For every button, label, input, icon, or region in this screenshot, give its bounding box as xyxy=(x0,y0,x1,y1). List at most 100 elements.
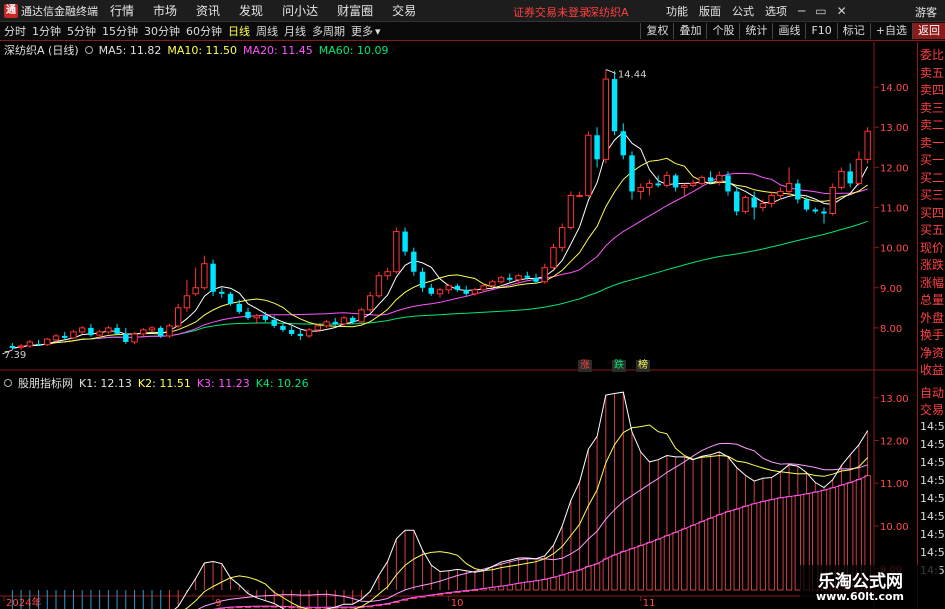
candle-body xyxy=(716,174,723,182)
indicator-bar-body xyxy=(689,524,697,591)
indicator-bar-body xyxy=(620,551,627,591)
candle-body xyxy=(166,325,173,337)
ma60-line xyxy=(12,220,868,349)
indicator-bar-body xyxy=(541,579,548,591)
candle-body xyxy=(219,291,225,294)
high-marker-label: 14.44 xyxy=(618,69,647,80)
indicator-tick-label: 11.00 xyxy=(880,479,909,490)
candle-body xyxy=(131,333,138,343)
chart-canvas[interactable]: 14.00 13.00 12.00 11.00 10.00 9.00 8.00 13.00 12… xyxy=(0,0,945,609)
candle-body xyxy=(847,171,853,184)
candle-body xyxy=(52,335,60,341)
badge-fall[interactable]: 跌 xyxy=(612,360,626,372)
price-tick-label: 12.00 xyxy=(880,163,909,174)
candle-body xyxy=(305,329,313,337)
sidebar-lower-item-0[interactable]: 自动 xyxy=(920,384,944,401)
indicator-bar-body xyxy=(672,531,679,591)
indicator-tick-label: 10.00 xyxy=(880,522,909,533)
indicator-bar-body xyxy=(724,511,732,591)
candle-body xyxy=(140,329,147,335)
candle-body xyxy=(280,325,286,330)
price-tick-label: 11.00 xyxy=(880,204,909,215)
candle-body xyxy=(454,285,461,290)
indicator-bar-body xyxy=(637,545,644,591)
sidebar-item-2[interactable]: 卖四 xyxy=(920,81,944,98)
candle-body xyxy=(26,341,34,347)
candle-body xyxy=(192,287,199,295)
sidebar-item-13[interactable]: 涨幅 xyxy=(920,274,944,291)
sidebar-time-3: 14:56 xyxy=(920,474,945,487)
indicator-bar-body xyxy=(628,548,636,591)
sidebar-item-17[interactable]: 净资 xyxy=(920,344,944,361)
candle-body xyxy=(366,295,374,311)
candle-body xyxy=(655,183,661,186)
candle-body xyxy=(428,287,434,294)
sidebar-item-11[interactable]: 现价 xyxy=(920,239,944,256)
candle-body xyxy=(594,135,600,160)
sidebar-item-16[interactable]: 换手 xyxy=(920,326,944,343)
sidebar-item-7[interactable]: 买二 xyxy=(920,169,944,186)
candle-body xyxy=(689,182,697,186)
indicator-bar-body xyxy=(550,576,557,591)
candle-body xyxy=(576,194,583,197)
candle-body xyxy=(515,275,522,281)
candle-body xyxy=(17,345,25,348)
sidebar-time-2: 14:56 xyxy=(920,456,945,469)
k2-value: K2: 11.51 xyxy=(137,376,191,390)
candle-body xyxy=(637,186,644,192)
candle-body xyxy=(838,170,845,188)
sidebar-item-1[interactable]: 卖五 xyxy=(920,64,944,81)
candle-body xyxy=(567,194,575,229)
indicator-bar-body xyxy=(663,535,671,591)
indicator-bar-body xyxy=(646,542,653,591)
candle-body xyxy=(585,134,592,196)
indicator-name[interactable]: 股朋指标网 xyxy=(18,375,73,391)
sidebar-item-5[interactable]: 卖一 xyxy=(920,134,944,151)
candle-body xyxy=(541,267,548,283)
candle-body xyxy=(358,309,365,323)
sidebar-item-6[interactable]: 买一 xyxy=(920,151,944,168)
sidebar-item-8[interactable]: 买三 xyxy=(920,186,944,203)
price-tick-label: 9.00 xyxy=(880,284,902,295)
sidebar-item-15[interactable]: 外盘 xyxy=(920,309,944,326)
settings-dot-icon[interactable] xyxy=(84,46,93,54)
candle-body xyxy=(533,277,539,282)
sidebar-time-0: 14:56 xyxy=(920,420,945,433)
price-tick-label: 8.00 xyxy=(880,324,902,335)
candle-body xyxy=(105,327,112,333)
candle-body xyxy=(158,327,164,336)
badge-rise[interactable]: 涨 xyxy=(578,360,592,372)
sidebar-item-9[interactable]: 买四 xyxy=(920,204,944,221)
indicator-bar-body xyxy=(585,565,592,591)
sidebar-item-0[interactable]: 委比 xyxy=(920,46,944,63)
candle-body xyxy=(114,327,120,334)
indicator-dot-icon[interactable] xyxy=(4,379,12,387)
kline-info: 深纺织A (日线) MA5: 11.82 MA10: 11.50 MA20: 1… xyxy=(4,42,388,58)
candle-body xyxy=(201,263,208,289)
candle-body xyxy=(332,321,338,324)
sidebar-item-4[interactable]: 卖二 xyxy=(920,116,944,133)
indicator-bar-body xyxy=(559,574,566,591)
sidebar-item-10[interactable]: 买五 xyxy=(920,221,944,238)
time-tick-label: 10 xyxy=(451,598,464,609)
indicator-bar-body xyxy=(611,554,618,591)
sidebar-item-3[interactable]: 卖三 xyxy=(920,99,944,116)
candle-body xyxy=(227,293,234,304)
stock-label: 深纺织A (日线) xyxy=(4,44,79,57)
ma5-line xyxy=(12,131,869,349)
sidebar-lower-item-1[interactable]: 交易 xyxy=(920,401,944,418)
sidebar-item-18[interactable]: 收益 xyxy=(920,361,944,378)
sidebar-item-14[interactable]: 总量 xyxy=(920,291,944,308)
candle-body xyxy=(44,338,51,346)
watermark: 乐淘公式网 www.60lt.com xyxy=(800,565,940,609)
candles-layer xyxy=(9,69,871,350)
sidebar-item-12[interactable]: 涨跌 xyxy=(920,256,944,273)
candle-body xyxy=(558,227,566,249)
sidebar-time-5: 14:56 xyxy=(920,510,945,523)
candle-body xyxy=(471,289,479,295)
quote-sidebar: 委比 卖五 卖四 卖三 卖二 卖一 买一 买二 买三 买四 买五 现价 涨跌 涨幅 总量 外盘 换手 净资 收益自动… xyxy=(917,42,945,609)
candle-body xyxy=(350,317,356,322)
badge-rank[interactable]: 榜 xyxy=(636,360,650,372)
sidebar-time-4: 14:56 xyxy=(920,492,945,505)
candle-body xyxy=(375,275,383,297)
